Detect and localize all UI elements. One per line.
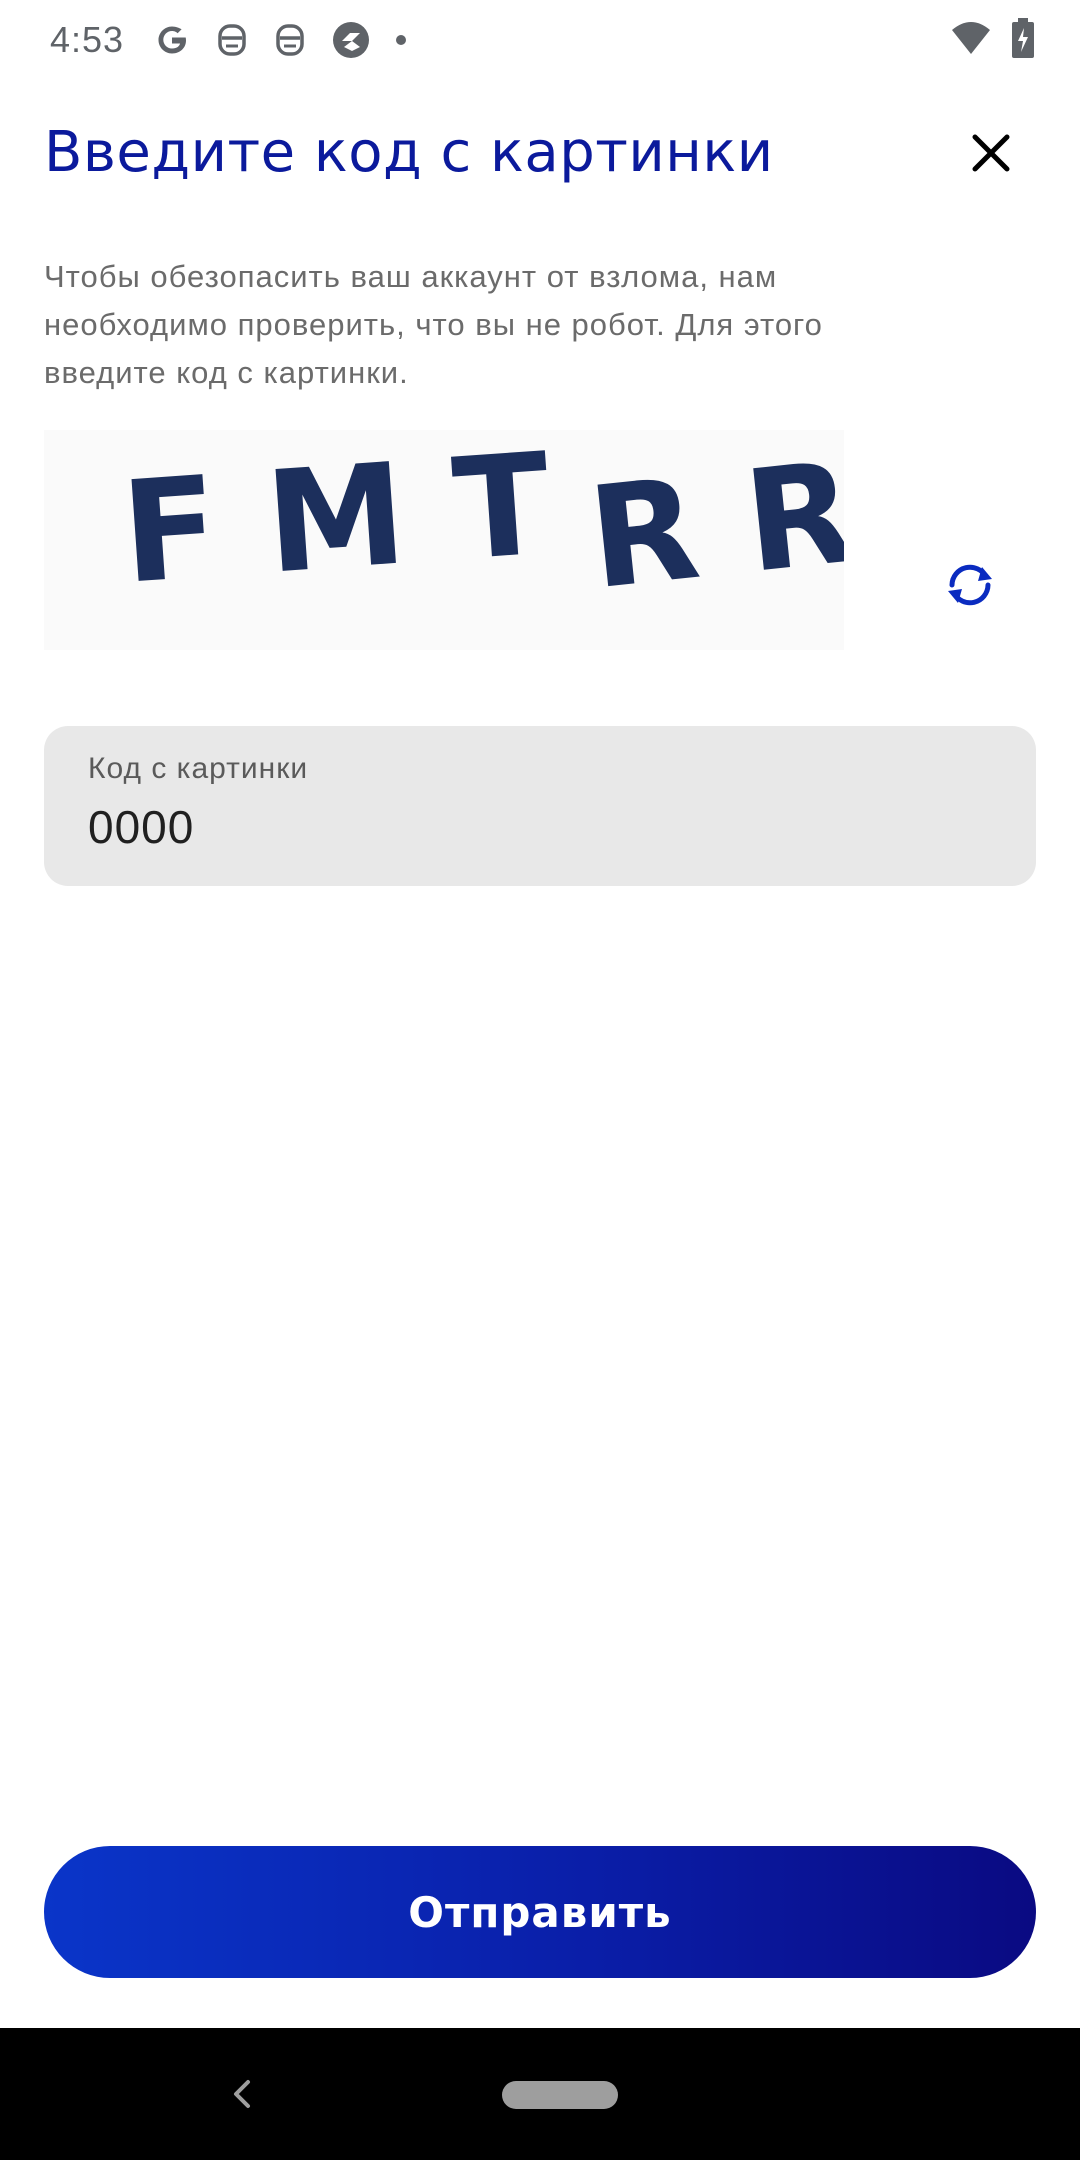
captcha-image: F M T R R xyxy=(44,430,844,650)
submit-button[interactable]: Отправить xyxy=(44,1846,1036,1978)
shield-app-icon xyxy=(330,19,372,61)
status-time: 4:53 xyxy=(50,19,125,60)
battery-charging-icon xyxy=(1010,17,1036,63)
refresh-icon xyxy=(948,564,992,606)
navigation-bar xyxy=(0,2028,1080,2160)
captcha-code-field[interactable]: Код с картинки 0000 xyxy=(44,726,1036,886)
back-button[interactable] xyxy=(222,2074,262,2114)
description-line: Чтобы обезопасить ваш аккаунт от взлома,… xyxy=(44,259,778,294)
face-icon xyxy=(214,20,250,60)
captcha-text-group2: R R xyxy=(582,432,844,622)
face-icon xyxy=(272,20,308,60)
description-line: необходимо проверить, что вы не робот. Д… xyxy=(44,307,823,342)
wifi-icon xyxy=(950,20,992,60)
status-icons-right xyxy=(950,17,1036,63)
back-chevron-icon xyxy=(234,2080,250,2108)
status-icons-left xyxy=(152,19,408,61)
captcha-code-value[interactable]: 0000 xyxy=(88,800,992,854)
close-button[interactable] xyxy=(963,125,1019,181)
google-icon xyxy=(152,20,192,60)
page-title: Введите код с картинки xyxy=(44,120,774,185)
captcha-code-label: Код с картинки xyxy=(88,752,309,785)
refresh-captcha-button[interactable] xyxy=(940,555,1000,615)
dot-icon xyxy=(394,33,408,47)
close-icon xyxy=(972,134,1010,172)
captcha-text-group1: F M T xyxy=(117,430,555,616)
submit-button-label: Отправить xyxy=(408,1887,672,1937)
description: Чтобы обезопасить ваш аккаунт от взлома,… xyxy=(44,253,1004,397)
home-pill-button[interactable] xyxy=(502,2081,618,2109)
status-bar: 4:53 xyxy=(0,0,1080,80)
description-line: введите код с картинки. xyxy=(44,355,409,390)
